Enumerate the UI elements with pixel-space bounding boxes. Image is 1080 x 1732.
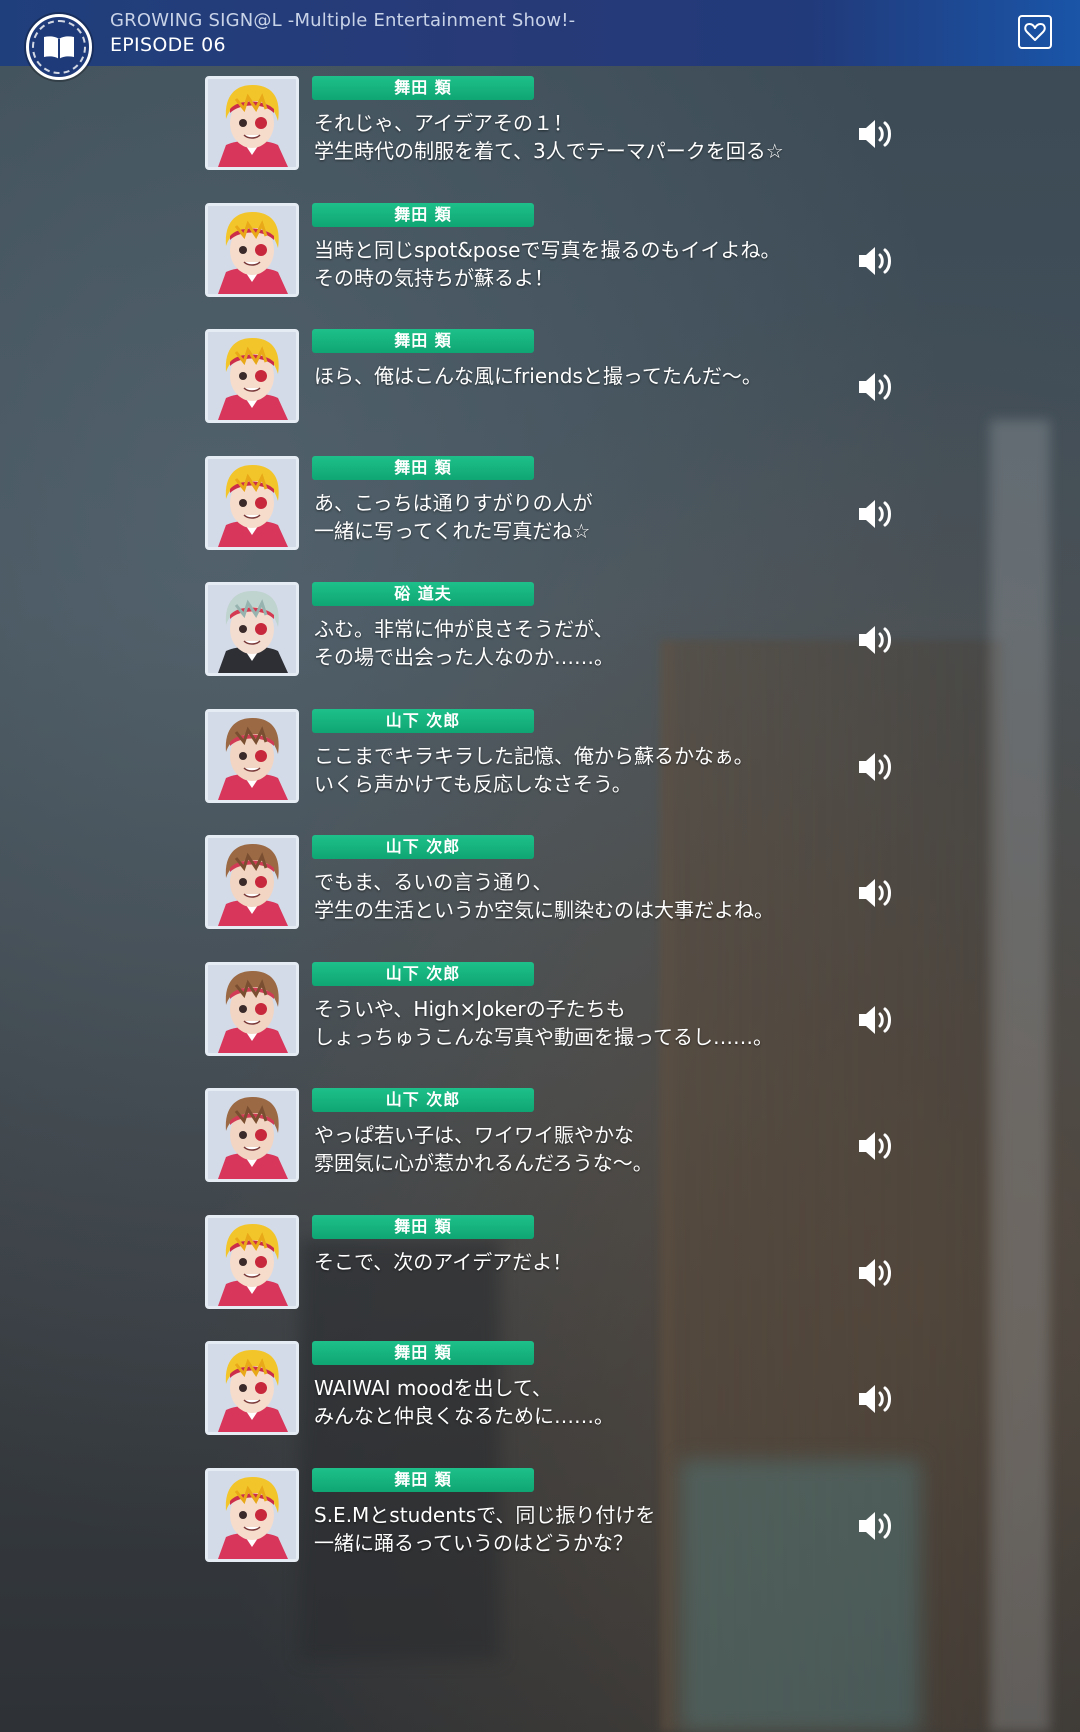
voice-play-button[interactable] bbox=[855, 622, 895, 658]
speaker-icon bbox=[859, 1512, 891, 1540]
speaker-icon bbox=[859, 1385, 891, 1413]
log-entry: 舞田 類それじゃ、アイデアその１！ 学生時代の制服を着て、3人でテーマパークを回る… bbox=[205, 76, 905, 172]
speaker-icon bbox=[859, 1259, 891, 1287]
dialogue-line-1: 当時と同じspot&poseで写真を撮るのもイイよね。 bbox=[314, 238, 781, 262]
speaker-name-tag: 山下 次郎 bbox=[312, 1088, 534, 1112]
favorite-button[interactable] bbox=[1018, 15, 1052, 49]
dialogue-line-2: しょっちゅうこんな写真や動画を撮ってるし……。 bbox=[314, 1025, 773, 1049]
speaker-name-tag: 山下 次郎 bbox=[312, 835, 534, 859]
log-entry: 舞田 類そこで、次のアイデアだよ！ bbox=[205, 1215, 905, 1311]
dialogue-line-2: 学生時代の制服を着て、3人でテーマパークを回る☆ bbox=[314, 139, 784, 163]
dialogue-line-1: WAIWAI moodを出して、 bbox=[314, 1376, 552, 1400]
dialogue-line-2: その場で出会った人なのか……。 bbox=[314, 645, 614, 669]
voice-play-button[interactable] bbox=[855, 749, 895, 785]
character-avatar bbox=[205, 76, 299, 170]
voice-play-button[interactable] bbox=[855, 875, 895, 911]
voice-play-button[interactable] bbox=[855, 1128, 895, 1164]
voice-play-button[interactable] bbox=[855, 243, 895, 279]
speaker-name-tag: 舞田 類 bbox=[312, 203, 534, 227]
dialogue-line-1: そういや、High×Jokerの子たちも bbox=[314, 997, 626, 1021]
log-entry: 山下 次郎やっぱ若い子は、ワイワイ賑やかな 雰囲気に心が惹かれるんだろうな～。 bbox=[205, 1088, 905, 1184]
speaker-name-tag: 山下 次郎 bbox=[312, 962, 534, 986]
open-book-icon bbox=[44, 36, 74, 59]
log-entry: 舞田 類あ、こっちは通りすがりの人が 一緒に写ってくれた写真だね☆ bbox=[205, 456, 905, 552]
voice-play-button[interactable] bbox=[855, 1381, 895, 1417]
dialogue-line-1: あ、こっちは通りすがりの人が bbox=[314, 491, 593, 515]
log-entry: 舞田 類 WAIWAI moodを出して、みんなと仲良くなるために……。 bbox=[205, 1341, 905, 1437]
speaker-icon bbox=[859, 500, 891, 528]
character-avatar bbox=[205, 1468, 299, 1562]
dialogue-line-1: それじゃ、アイデアその１！ bbox=[314, 111, 573, 135]
speaker-icon bbox=[859, 1132, 891, 1160]
character-avatar bbox=[205, 835, 299, 929]
character-avatar bbox=[205, 709, 299, 803]
heart-outline-icon bbox=[1024, 23, 1046, 41]
dialogue-line-1: やっぱ若い子は、ワイワイ賑やかな bbox=[314, 1123, 634, 1147]
speaker-name-tag: 舞田 類 bbox=[312, 329, 534, 353]
speaker-icon bbox=[859, 247, 891, 275]
episode-label: EPISODE 06 bbox=[110, 34, 226, 56]
dialogue-line-1: S.E.Mとstudentsで、同じ振り付けを bbox=[314, 1503, 656, 1527]
log-entry: 山下 次郎でもま、るいの言う通り、学生の生活というか空気に馴染むのは大事だよね。 bbox=[205, 835, 905, 931]
voice-play-button[interactable] bbox=[855, 496, 895, 532]
voice-play-button[interactable] bbox=[855, 1508, 895, 1544]
log-entry: 山下 次郎そういや、High×Jokerの子たちもしょっちゅうこんな写真や動画を… bbox=[205, 962, 905, 1058]
speaker-icon bbox=[859, 626, 891, 654]
voice-play-button[interactable] bbox=[855, 1255, 895, 1291]
dialogue-log[interactable]: 舞田 類それじゃ、アイデアその１！ 学生時代の制服を着て、3人でテーマパークを回る… bbox=[0, 0, 1080, 1732]
character-avatar bbox=[205, 1341, 299, 1435]
character-avatar bbox=[205, 329, 299, 423]
header-bar: GROWING SIGN@L -Multiple Entertainment S… bbox=[0, 0, 1080, 66]
dialogue-line-2: その時の気持ちが蘇るよ！ bbox=[314, 266, 554, 290]
dialogue-line-2: いくら声かけても反応しなさそう。 bbox=[314, 772, 632, 796]
speaker-name-tag: 舞田 類 bbox=[312, 1341, 534, 1365]
voice-play-button[interactable] bbox=[855, 369, 895, 405]
character-avatar bbox=[205, 962, 299, 1056]
character-avatar bbox=[205, 1088, 299, 1182]
speaker-icon bbox=[859, 1006, 891, 1034]
speaker-name-tag: 山下 次郎 bbox=[312, 709, 534, 733]
dialogue-line-2: 雰囲気に心が惹かれるんだろうな～。 bbox=[314, 1151, 653, 1175]
speaker-name-tag: 舞田 類 bbox=[312, 1468, 534, 1492]
log-entry: 山下 次郎ここまでキラキラした記憶、俺から蘇るかなぁ。 いくら声かけても反応しなさ… bbox=[205, 709, 905, 805]
speaker-icon bbox=[859, 753, 891, 781]
character-avatar bbox=[205, 456, 299, 550]
dialogue-line-2: 学生の生活というか空気に馴染むのは大事だよね。 bbox=[314, 898, 774, 922]
log-entry: 舞田 類ほら、俺はこんな風にfriendsと撮ってたんだ～。 bbox=[205, 329, 905, 425]
dialogue-line-1: ここまでキラキラした記憶、俺から蘇るかなぁ。 bbox=[314, 744, 754, 768]
character-avatar bbox=[205, 203, 299, 297]
speaker-name-tag: 硲 道夫 bbox=[312, 582, 534, 606]
log-entry: 硲 道夫ふむ。非常に仲が良さそうだが、 その場で出会った人なのか……。 bbox=[205, 582, 905, 678]
dialogue-line-2: 一緒に写ってくれた写真だね☆ bbox=[314, 519, 591, 543]
story-title: GROWING SIGN@L -Multiple Entertainment S… bbox=[110, 10, 576, 31]
voice-play-button[interactable] bbox=[855, 116, 895, 152]
dialogue-line-1: ふむ。非常に仲が良さそうだが、 bbox=[314, 617, 614, 641]
dialogue-line-1: でもま、るいの言う通り、 bbox=[314, 870, 553, 894]
story-menu-button[interactable] bbox=[26, 14, 92, 80]
dialogue-line-2: みんなと仲良くなるために……。 bbox=[314, 1404, 614, 1428]
speaker-icon bbox=[859, 373, 891, 401]
dialogue-line-2: 一緒に踊るっていうのはどうかな？ bbox=[314, 1531, 633, 1555]
log-entry: 舞田 類当時と同じspot&poseで写真を撮るのもイイよね。 その時の気持ちが蘇… bbox=[205, 203, 905, 299]
speaker-name-tag: 舞田 類 bbox=[312, 456, 534, 480]
speaker-icon bbox=[859, 879, 891, 907]
character-avatar bbox=[205, 1215, 299, 1309]
speaker-name-tag: 舞田 類 bbox=[312, 1215, 534, 1239]
log-entry: 舞田 類 S.E.Mとstudentsで、同じ振り付けを 一緒に踊るっていうのはどう… bbox=[205, 1468, 905, 1564]
speaker-name-tag: 舞田 類 bbox=[312, 76, 534, 100]
dialogue-line-1: そこで、次のアイデアだよ！ bbox=[314, 1250, 573, 1274]
character-avatar bbox=[205, 582, 299, 676]
voice-play-button[interactable] bbox=[855, 1002, 895, 1038]
speaker-icon bbox=[859, 120, 891, 148]
dialogue-line-1: ほら、俺はこんな風にfriendsと撮ってたんだ～。 bbox=[314, 364, 762, 388]
